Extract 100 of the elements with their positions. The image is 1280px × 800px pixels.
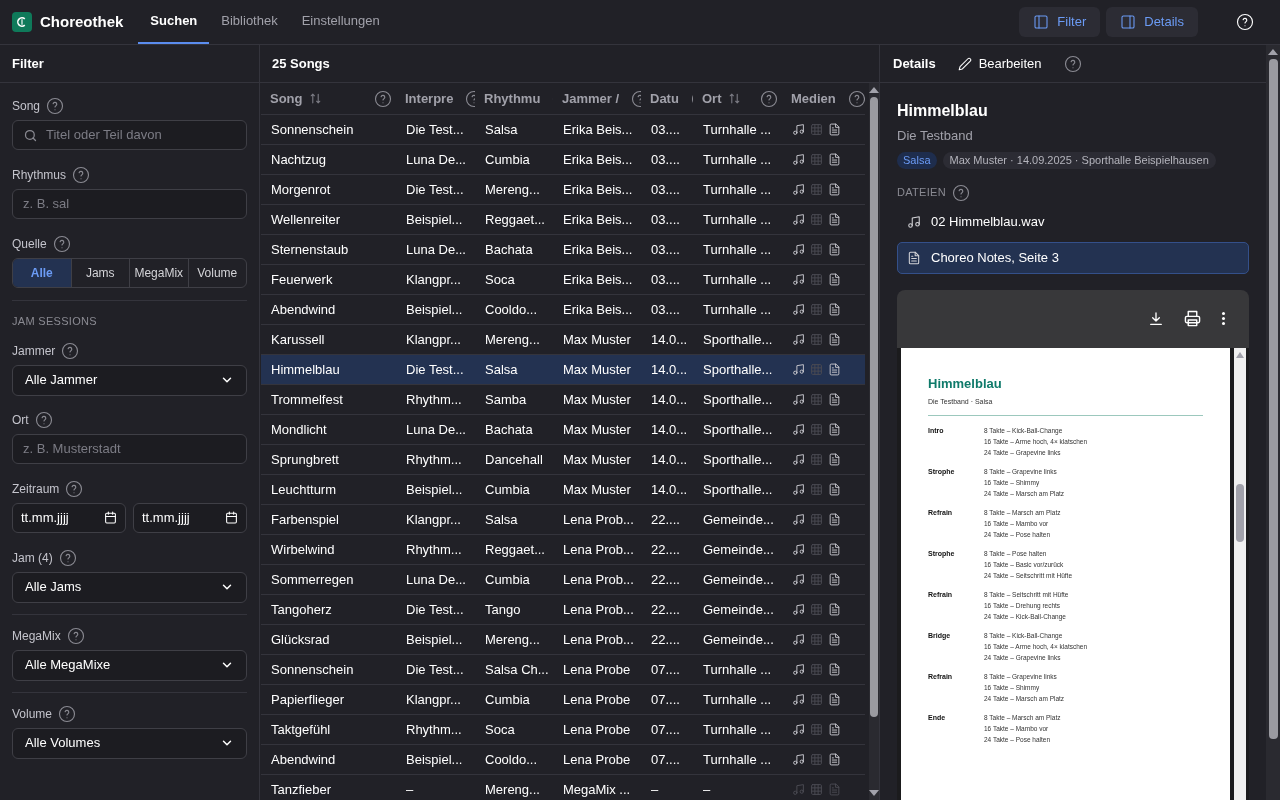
nav-tab[interactable]: Bibliothek	[209, 0, 290, 44]
table-cell-text: 03....	[650, 180, 681, 199]
table-cell-text: Cooldo...	[484, 300, 539, 319]
column-header[interactable]: Medien	[791, 88, 836, 109]
panel-toggle-button[interactable]: Details	[1106, 7, 1198, 37]
pencil-icon	[957, 56, 972, 71]
document-title: Himmelblau	[928, 374, 1003, 393]
table-cell-text: Salsa Ch...	[484, 660, 550, 679]
scrollbar[interactable]	[1234, 347, 1246, 800]
scrollbar[interactable]	[869, 83, 879, 800]
table-cell-text: 14.0...	[650, 480, 689, 499]
table-cell-text: Sporthalle...	[702, 360, 774, 379]
scrollbar[interactable]	[1266, 45, 1280, 800]
sort-icon	[727, 92, 741, 105]
table-cell-text: Lena Probe	[562, 660, 632, 679]
table-row[interactable]: Leuchtturm Beispiel... Cumbia Max Muster 14.0... Sporthalle...	[261, 475, 865, 505]
table-cell-text: Turnhalle ...	[702, 210, 773, 229]
table-row[interactable]: Tanzfieber – Mereng... MegaMix ... – –	[261, 775, 865, 800]
segment-button[interactable]: Volume	[187, 259, 246, 287]
table-row[interactable]: Sonnenschein Die Test... Salsa Ch... Lena Probe 07.... Turnhalle ...	[261, 655, 865, 685]
nav-tab[interactable]: Suchen	[138, 0, 210, 44]
file-item[interactable]: 02 Himmelblau.wav	[897, 205, 1249, 238]
table-cell-text: 14.0...	[650, 420, 689, 439]
table-row[interactable]: Farbenspiel Klangpr... Salsa Lena Prob... 22.... Gemeinde...	[261, 505, 865, 535]
table-cell-text: Cumbia	[484, 690, 531, 709]
table-row[interactable]: Papierflieger Klangpr... Cumbia Lena Probe 07.... Turnhalle ...	[261, 685, 865, 715]
table-cell-text: Beispiel...	[405, 300, 464, 319]
table-cell-text: Cumbia	[484, 570, 531, 589]
date-field[interactable]: tt.mm.jjjj	[12, 502, 126, 533]
table-row[interactable]: Himmelblau Die Test... Salsa Max Muster 14.0... Sporthalle...	[261, 355, 865, 385]
table-cell-text: Tanzfieber	[270, 780, 332, 799]
column-header[interactable]: Jammer /	[562, 88, 620, 109]
table-row[interactable]: Abendwind Beispiel... Cooldo... Erika Beis... 03.... Turnhalle ...	[261, 295, 865, 325]
table-row[interactable]: Sternenstaub Luna De... Bachata Erika Beis... 03.... Turnhalle ...	[261, 235, 865, 265]
column-header[interactable]: Interpre	[405, 88, 454, 109]
nav-tab[interactable]: Einstellungen	[289, 0, 392, 44]
table-row[interactable]: Mondlicht Luna De... Bachata Max Muster 14.0... Sporthalle...	[261, 415, 865, 445]
table-cell-text: Turnhalle ...	[702, 720, 773, 739]
segment-button[interactable]: Jams	[70, 259, 129, 287]
table-row[interactable]: Abendwind Beispiel... Cooldo... Lena Probe 07.... Turnhalle ...	[261, 745, 865, 775]
segment-button[interactable]: Alle	[13, 259, 71, 287]
section-heading: JAM SESSIONS	[12, 314, 98, 329]
table-row[interactable]: Tangoherz Die Test... Tango Lena Prob... 22.... Gemeinde...	[261, 595, 865, 625]
table-row[interactable]: Trommelfest Rhythm... Samba Max Muster 14.0... Sporthalle...	[261, 385, 865, 415]
table-cell-text: Luna De...	[405, 240, 467, 259]
table-cell-text: Turnhalle ...	[702, 270, 773, 289]
table-cell-text: Rhythm...	[405, 390, 463, 409]
table-cell-text: Turnhalle ...	[702, 300, 773, 319]
table-cell-text: –	[650, 780, 660, 799]
table-cell-text: Sporthalle...	[702, 450, 774, 469]
table-cell-text: 14.0...	[650, 330, 689, 349]
table-cell-text: Turnhalle ...	[702, 750, 773, 769]
table-row[interactable]: Taktgefühl Rhythm... Soca Lena Probe 07.... Turnhalle ...	[261, 715, 865, 745]
table-row[interactable]: Morgenrot Die Test... Mereng... Erika Beis... 03.... Turnhalle ...	[261, 175, 865, 205]
table-cell-text: Lena Prob...	[562, 570, 635, 589]
table-cell-text: Max Muster	[562, 330, 632, 349]
table-cell-text: Beispiel...	[405, 750, 464, 769]
table-row[interactable]: Wellenreiter Beispiel... Reggaet... Erika Beis... 03.... Turnhalle ...	[261, 205, 865, 235]
table-row[interactable]: Feuerwerk Klangpr... Soca Erika Beis... 03.... Turnhalle ...	[261, 265, 865, 295]
table-cell-text: Morgenrot	[270, 180, 332, 199]
table-cell-text: Erika Beis...	[562, 300, 634, 319]
dropdown[interactable]: Alle Jams	[12, 571, 247, 603]
calendar-icon	[104, 511, 117, 524]
dropdown[interactable]: Alle Volumes	[12, 727, 247, 759]
table-cell-text: 22....	[650, 510, 681, 529]
column-header[interactable]: Rhythmu	[484, 88, 541, 109]
date-field[interactable]: tt.mm.jjjj	[133, 502, 247, 533]
edit-button[interactable]: Bearbeiten	[957, 53, 1042, 74]
table-cell-text: Tango	[484, 600, 522, 619]
input-field[interactable]: z. B. Musterstadt	[12, 433, 247, 464]
field-label: Volume	[12, 705, 53, 723]
segment-button[interactable]: MegaMix	[129, 259, 188, 287]
column-header[interactable]: Datu	[650, 88, 679, 109]
print-icon[interactable]	[1184, 310, 1201, 327]
dropdown[interactable]: Alle MegaMixe	[12, 649, 247, 681]
table-row[interactable]: Glücksrad Beispiel... Mereng... Lena Prob... 22.... Gemeinde...	[261, 625, 865, 655]
input-field[interactable]: z. B. sal	[12, 189, 247, 219]
dropdown[interactable]: Alle Jammer	[12, 364, 247, 396]
table-cell-text: Sporthalle...	[702, 330, 774, 349]
table-cell-text: Mereng...	[484, 630, 541, 649]
table-cell-text: Turnhalle ...	[702, 180, 773, 199]
field-label: Song	[12, 98, 41, 115]
table-row[interactable]: Sommerregen Luna De... Cumbia Lena Prob... 22.... Gemeinde...	[261, 565, 865, 595]
rhythm-tag: Salsa	[897, 151, 937, 169]
table-row[interactable]: Wirbelwind Rhythm... Reggaet... Lena Prob... 22.... Gemeinde...	[261, 535, 865, 565]
table-cell-text: 03....	[650, 270, 681, 289]
table-row[interactable]: Nachtzug Luna De... Cumbia Erika Beis... 03.... Turnhalle ...	[261, 145, 865, 175]
table-row[interactable]: Sprungbrett Rhythm... Dancehall Max Muster 14.0... Sporthalle...	[261, 445, 865, 475]
table-cell-text: –	[702, 780, 712, 799]
download-icon[interactable]	[1148, 310, 1164, 327]
column-header[interactable]: Song	[270, 88, 303, 109]
search-field[interactable]: Titel oder Teil davon	[12, 120, 247, 150]
column-header[interactable]: Ort	[702, 88, 722, 109]
table-row[interactable]: Sonnenschein Die Test... Salsa Erika Beis... 03.... Turnhalle ...	[261, 115, 865, 145]
file-item[interactable]: Choreo Notes, Seite 3	[897, 241, 1249, 274]
panel-toggle-button[interactable]: Filter	[1019, 7, 1101, 37]
table-cell-text: 22....	[650, 570, 681, 589]
more-icon[interactable]	[1221, 312, 1225, 325]
table-cell-text: Lena Prob...	[562, 510, 635, 529]
table-cell-text: Max Muster	[562, 420, 632, 439]
